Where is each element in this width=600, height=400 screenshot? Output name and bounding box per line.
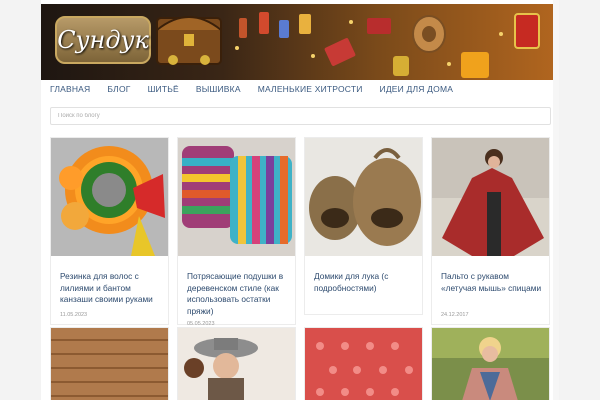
red-lace-knit-image bbox=[305, 328, 422, 400]
knit-pattern-image bbox=[51, 328, 168, 400]
thimble-icon bbox=[393, 56, 409, 76]
post-thumbnail[interactable] bbox=[305, 328, 422, 400]
post-card[interactable]: Пальто с рукавом «летучая мышь» спицами … bbox=[431, 137, 550, 325]
post-thumbnail[interactable] bbox=[432, 138, 549, 256]
batwing-coat-image bbox=[432, 138, 549, 256]
spool-icon bbox=[299, 14, 311, 34]
spool-icon bbox=[239, 18, 247, 38]
pillows-image bbox=[178, 138, 295, 256]
post-title[interactable]: Потрясающие подушки в деревенском стиле … bbox=[187, 271, 291, 317]
post-card[interactable]: Потрясающие подушки в деревенском стиле … bbox=[177, 137, 296, 327]
spool-icon bbox=[259, 12, 269, 34]
post-thumbnail[interactable] bbox=[432, 328, 549, 400]
post-thumbnail[interactable] bbox=[51, 138, 168, 256]
post-card[interactable] bbox=[431, 327, 550, 400]
post-card[interactable] bbox=[50, 327, 169, 400]
post-thumbnail[interactable] bbox=[178, 328, 295, 400]
nav-item-home[interactable]: ГЛАВНАЯ bbox=[41, 80, 98, 100]
spool-icon bbox=[461, 52, 489, 78]
spool-icon bbox=[514, 13, 540, 49]
hair-tie-flowers-image bbox=[51, 138, 168, 256]
post-thumbnail[interactable] bbox=[51, 328, 168, 400]
post-date: 11.05.2023 bbox=[60, 312, 88, 318]
pin-cushion-icon bbox=[367, 18, 391, 34]
post-card[interactable]: Резинка для волос с лилиями и бантом кан… bbox=[50, 137, 169, 325]
thread-spool-icon bbox=[324, 38, 356, 66]
sweater-woman-image bbox=[432, 328, 549, 400]
post-thumbnail[interactable] bbox=[178, 138, 295, 256]
search-input[interactable] bbox=[50, 107, 551, 125]
header-banner[interactable]: Сундук bbox=[41, 4, 559, 80]
page: Сундук ГЛАВНАЯ БЛОГ ШИТЬЁ ВЫШИВКА МАЛЕНЬ… bbox=[41, 0, 559, 400]
scrollbar[interactable] bbox=[553, 0, 559, 400]
nav-item-blog[interactable]: БЛОГ bbox=[98, 80, 138, 100]
spool-icon bbox=[279, 20, 289, 38]
post-thumbnail[interactable] bbox=[305, 138, 422, 256]
post-title[interactable]: Домики для лука (с подробностями) bbox=[314, 271, 418, 294]
post-title[interactable]: Резинка для волос с лилиями и бантом кан… bbox=[60, 271, 164, 306]
nav-item-embroidery[interactable]: ВЫШИВКА bbox=[187, 80, 249, 100]
hat-woman-image bbox=[178, 328, 295, 400]
nav-item-sewing[interactable]: ШИТЬЁ bbox=[139, 80, 187, 100]
post-card[interactable] bbox=[177, 327, 296, 400]
main-nav: ГЛАВНАЯ БЛОГ ШИТЬЁ ВЫШИВКА МАЛЕНЬКИЕ ХИТ… bbox=[41, 80, 559, 100]
wicker-baskets-image bbox=[305, 138, 422, 256]
site-logo[interactable]: Сундук bbox=[55, 16, 151, 64]
post-title[interactable]: Пальто с рукавом «летучая мышь» спицами bbox=[441, 271, 545, 294]
post-card[interactable]: Домики для лука (с подробностями) bbox=[304, 137, 423, 315]
post-card[interactable] bbox=[304, 327, 423, 400]
nav-item-home-ideas[interactable]: ИДЕИ ДЛЯ ДОМА bbox=[371, 80, 462, 100]
nav-item-tricks[interactable]: МАЛЕНЬКИЕ ХИТРОСТИ bbox=[249, 80, 371, 100]
post-date: 24.12.2017 bbox=[441, 312, 469, 318]
